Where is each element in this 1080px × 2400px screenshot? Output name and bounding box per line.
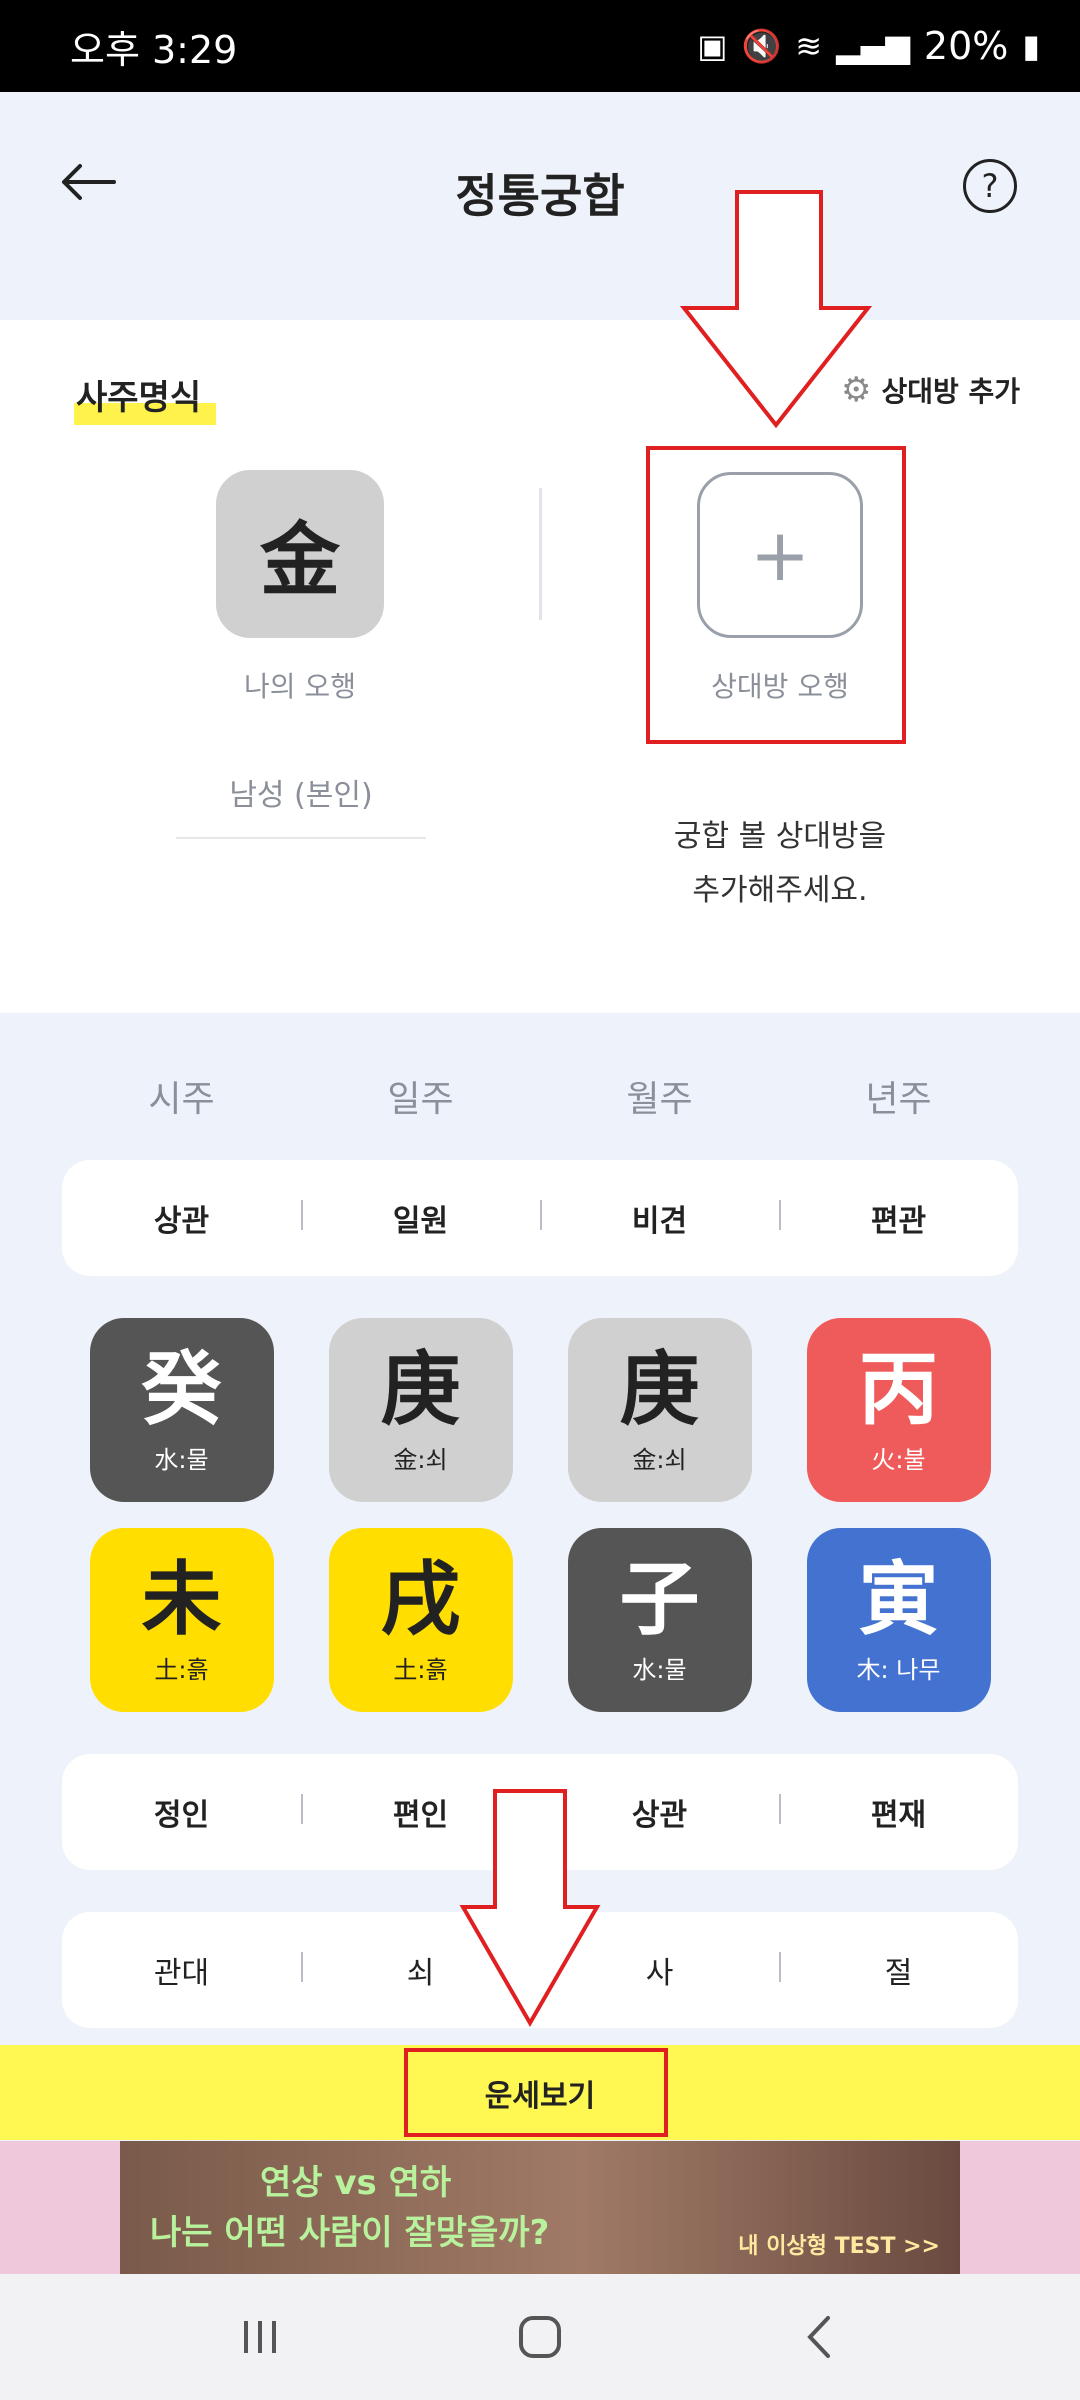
help-button[interactable]: ? — [963, 159, 1017, 213]
stage-cell: 관대 — [153, 1956, 210, 1991]
home-button[interactable] — [500, 2297, 580, 2377]
ad-cta: 내 이상형 TEST >> — [738, 2234, 940, 2259]
branch-tile: 寅木: 나무 — [806, 1528, 991, 1712]
stem-tile: 丙火:불 — [806, 1318, 991, 1502]
pillar-headers: 시주 일주 월주 년주 — [62, 1070, 1018, 1122]
add-partner-label: 상대방 추가 — [881, 375, 1020, 408]
battery-charging-icon: ▮ — [1022, 27, 1040, 65]
chevron-left-icon — [807, 2316, 830, 2358]
stem-tile: 庚金:쇠 — [328, 1318, 513, 1502]
saju-card: 사주명식 ⚙ 상대방 추가 金 나의 오행 + 상대방 오행 남성 (본인) 궁… — [0, 320, 1080, 1013]
recent-apps-button[interactable] — [220, 2297, 300, 2377]
my-element-label: 나의 오행 — [244, 670, 356, 703]
gender-label: 남성 (본인) — [229, 778, 373, 813]
pillar-header-month: 월주 — [626, 1079, 693, 1120]
gear-icon: ⚙ — [840, 370, 872, 410]
ad-image[interactable]: 연상 vs 연하 나는 어떤 사람이 잘맞을까? 내 이상형 TEST >> — [120, 2141, 960, 2274]
stem-tile: 庚金:쇠 — [567, 1318, 752, 1502]
partner-element-label: 상대방 오행 — [711, 670, 849, 703]
god-cell: 비견 — [540, 1196, 779, 1240]
status-time: 오후 3:29 — [70, 27, 238, 72]
plus-icon: + — [749, 513, 811, 597]
heavenly-stems-row: 癸水:물 庚金:쇠 庚金:쇠 丙火:불 — [62, 1318, 1018, 1502]
pillar-header-day: 일주 — [387, 1079, 454, 1120]
status-bar: 오후 3:29 ▣ 🔇 ≋ ▂▄▆ 20% ▮ — [0, 0, 1080, 92]
home-icon — [519, 2316, 561, 2358]
back-nav-button[interactable] — [780, 2297, 860, 2377]
god-cell: 상관 — [540, 1790, 779, 1834]
system-nav-bar — [0, 2274, 1080, 2400]
fortune-button[interactable]: 운세보기 — [0, 2045, 1080, 2140]
branch-tile: 未土:흙 — [89, 1528, 274, 1712]
question-icon: ? — [981, 167, 999, 205]
my-element-tile: 金 — [216, 470, 384, 638]
earthly-branches-row: 未土:흙 戌土:흙 子水:물 寅木: 나무 — [62, 1528, 1018, 1712]
top-gods-row: 상관 일원 비견 편관 — [62, 1160, 1018, 1276]
battery-saver-icon: ▣ — [697, 27, 728, 65]
god-cell: 정인 — [153, 1798, 210, 1833]
mute-icon: 🔇 — [741, 27, 782, 65]
fortune-button-label: 운세보기 — [484, 2078, 596, 2114]
god-cell: 상관 — [153, 1204, 210, 1239]
pillar-header-hour: 시주 — [148, 1079, 215, 1120]
god-cell: 일원 — [301, 1196, 540, 1240]
wifi-icon: ≋ — [795, 27, 823, 65]
stem-tile: 癸水:물 — [89, 1318, 274, 1502]
ad-headline: 연상 vs 연하 — [260, 2163, 452, 2203]
battery-percent: 20% — [923, 24, 1009, 68]
life-stages-row: 관대 쇠 사 절 — [62, 1912, 1018, 2028]
stage-cell: 사 — [540, 1948, 779, 1992]
branch-tile: 子水:물 — [567, 1528, 752, 1712]
app-header: 정통궁합 ? — [0, 92, 1080, 320]
ad-subheadline: 나는 어떤 사람이 잘맞을까? — [150, 2213, 550, 2253]
stage-cell: 절 — [779, 1948, 1018, 1992]
bottom-gods-row: 정인 편인 상관 편재 — [62, 1754, 1018, 1870]
add-partner-tile[interactable]: + — [697, 472, 863, 638]
stage-cell: 쇠 — [301, 1948, 540, 1992]
god-cell: 편인 — [301, 1790, 540, 1834]
branch-tile: 戌土:흙 — [328, 1528, 513, 1712]
pillar-header-year: 년주 — [865, 1079, 932, 1120]
signal-icon: ▂▄▆ — [836, 27, 910, 65]
add-partner-button[interactable]: ⚙ 상대방 추가 — [841, 370, 1020, 410]
ad-banner[interactable]: 연상 vs 연하 나는 어떤 사람이 잘맞을까? 내 이상형 TEST >> — [0, 2141, 1080, 2274]
section-title: 사주명식 — [74, 370, 216, 425]
add-partner-prompt: 궁합 볼 상대방을 추가해주세요. — [673, 819, 887, 908]
god-cell: 편관 — [779, 1196, 1018, 1240]
page-title: 정통궁합 — [455, 169, 625, 223]
recent-apps-icon — [244, 2321, 276, 2353]
divider — [176, 837, 426, 839]
divider — [539, 488, 542, 620]
god-cell: 편재 — [779, 1790, 1018, 1834]
